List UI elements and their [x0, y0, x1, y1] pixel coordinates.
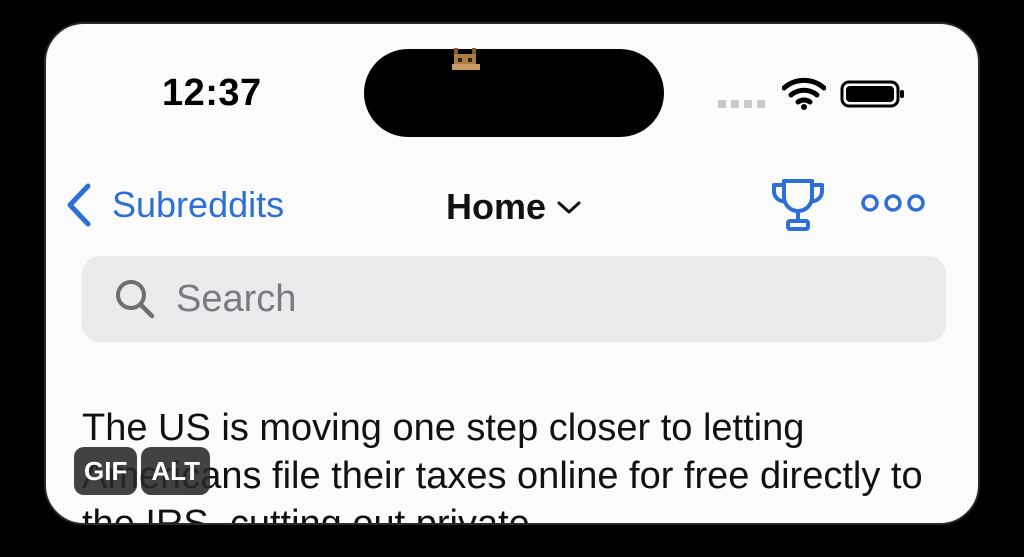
status-time: 12:37 [162, 72, 262, 114]
battery-icon [840, 80, 904, 108]
trophy-icon[interactable] [768, 175, 828, 235]
gif-badge[interactable]: GIF [74, 447, 138, 495]
alt-badge[interactable]: ALT [141, 447, 210, 495]
back-button[interactable]: Subreddits [64, 180, 284, 230]
feed-selector[interactable]: Home [446, 184, 582, 230]
search-input[interactable] [174, 276, 938, 322]
search-icon [116, 280, 155, 319]
chevron-left-icon [67, 183, 91, 227]
media-badges: GIF ALT [74, 447, 210, 495]
page-title: Home [446, 186, 547, 227]
pixel-cat-icon [452, 48, 480, 70]
post-text[interactable]: The US is moving one step closer to lett… [82, 404, 942, 523]
chevron-down-icon [557, 201, 581, 214]
dynamic-island [364, 49, 664, 137]
cellular-signal-icon [718, 100, 765, 108]
more-options-icon[interactable] [860, 190, 926, 216]
search-bar[interactable] [82, 256, 946, 342]
back-label: Subreddits [112, 184, 285, 225]
wifi-icon [782, 77, 826, 110]
